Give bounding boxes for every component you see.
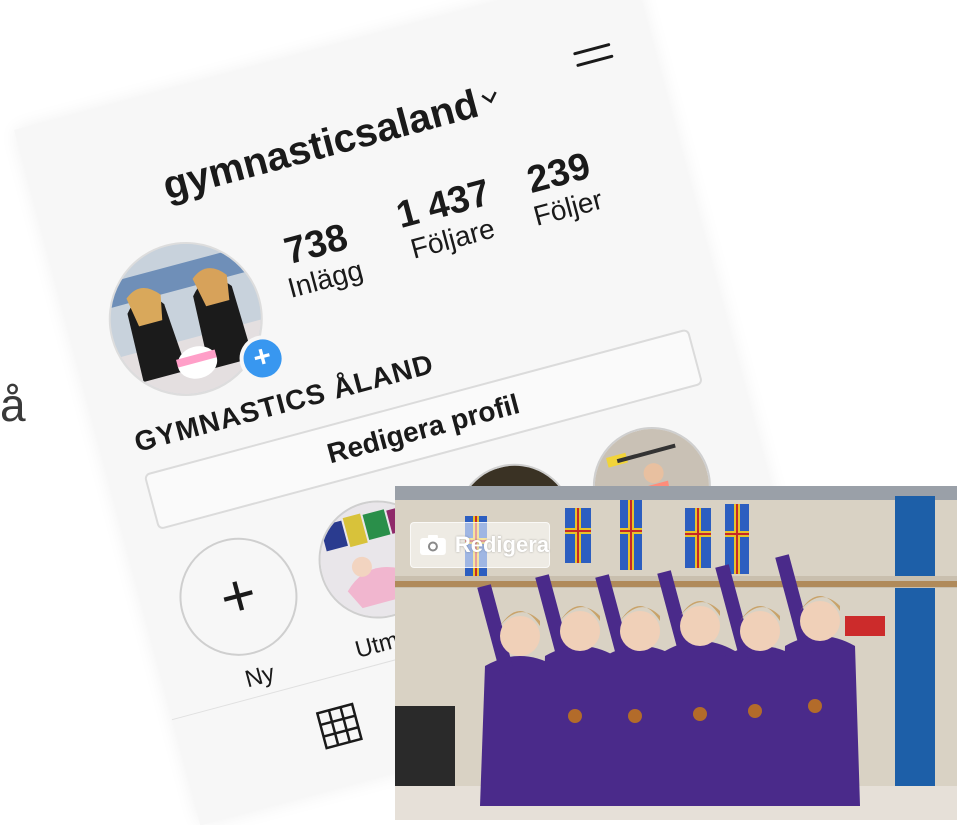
- plus-icon: +: [212, 558, 264, 633]
- chevron-down-icon[interactable]: [478, 85, 502, 109]
- stat-posts[interactable]: 738 Inlägg: [274, 215, 367, 305]
- edit-photo-label: Redigera: [454, 532, 549, 557]
- stat-following[interactable]: 239 Följer: [520, 144, 607, 233]
- hamburger-menu-icon[interactable]: [573, 42, 617, 82]
- stray-letter: å: [0, 379, 26, 431]
- edit-photo-button[interactable]: Redigera: [410, 522, 550, 568]
- camera-icon: [419, 535, 446, 555]
- grid-icon[interactable]: [315, 702, 364, 751]
- avatar[interactable]: [91, 224, 281, 414]
- highlight-new[interactable]: + Ny: [165, 524, 321, 706]
- stat-followers[interactable]: 1 437 Följare: [392, 172, 503, 267]
